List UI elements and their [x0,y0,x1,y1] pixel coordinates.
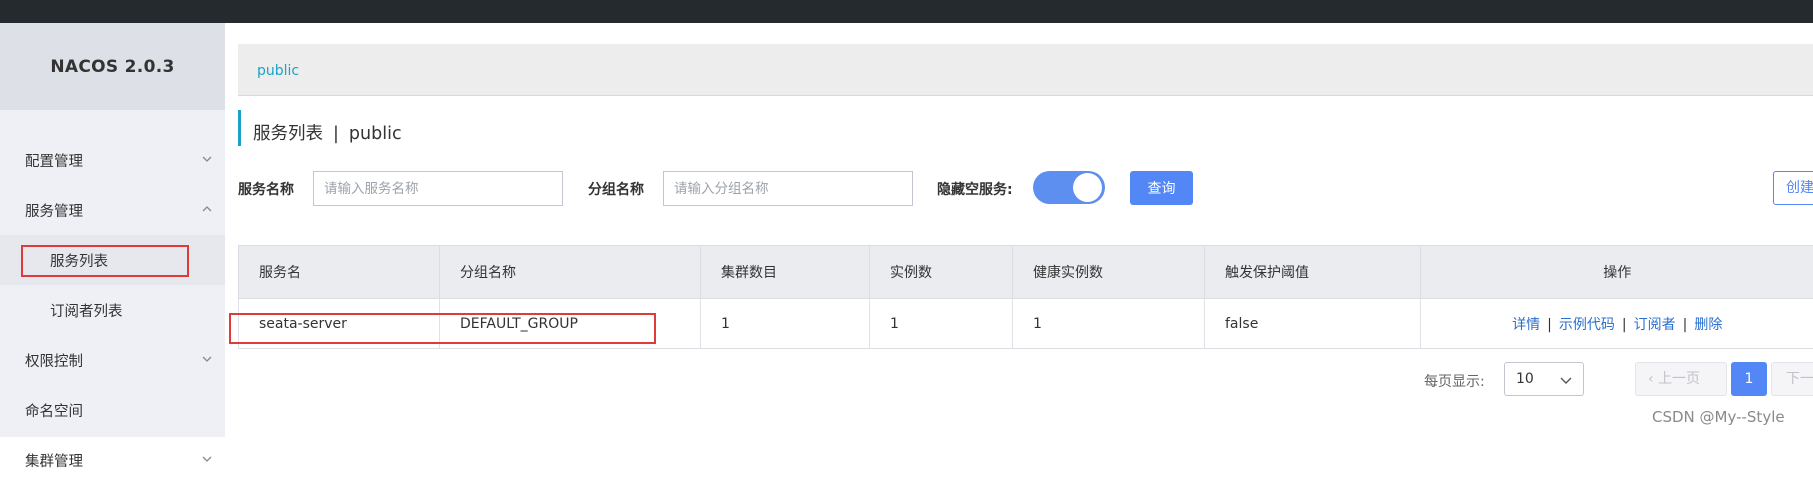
chevron-down-icon [201,353,213,365]
service-name-label: 服务名称 [238,179,294,199]
chevron-down-icon [201,453,213,465]
sidebar-item-label: 集群管理 [25,450,83,471]
sidebar-item-service-list[interactable]: 服务列表 [0,235,225,285]
service-table: 服务名 分组名称 集群数目 实例数 健康实例数 触发保护阈值 操作 seata-… [238,245,1813,349]
instance-count-cell: 1 [870,299,1013,349]
sidebar-item-label: 命名空间 [25,400,83,421]
column-header: 集群数目 [701,246,870,299]
service-name-input[interactable] [313,171,563,206]
sidebar-item-label: 服务管理 [25,200,83,221]
sidebar-item-service-management[interactable]: 服务管理 [0,185,225,235]
sidebar-item-subscriber-list[interactable]: 订阅者列表 [0,285,225,335]
namespace-link[interactable]: public [257,63,299,79]
op-separator: | [1683,317,1688,333]
hide-empty-label: 隐藏空服务: [937,179,1013,199]
page-title-namespace: public [349,124,402,144]
sidebar-item-label: 权限控制 [25,350,83,371]
next-page-label: 下一页 [1786,371,1813,387]
prev-page-button[interactable]: ‹ 上一页 [1635,362,1727,396]
logo[interactable]: NACOS 2.0.3 [0,23,225,110]
breadcrumb: public [238,44,1813,96]
group-name-label: 分组名称 [588,179,644,199]
delete-link[interactable]: 删除 [1694,317,1722,333]
watermark: CSDN @My--Style [1652,408,1785,426]
sidebar-item-namespace[interactable]: 命名空间 [0,385,225,435]
title-separator: | [333,124,339,144]
column-header: 操作 [1421,246,1813,299]
column-header: 触发保护阈值 [1205,246,1421,299]
table-row: seata-server DEFAULT_GROUP 1 1 1 false 详… [239,299,1813,349]
group-name-input[interactable] [663,171,913,206]
query-button[interactable]: 查询 [1130,171,1193,205]
page-number-current[interactable]: 1 [1731,362,1767,396]
sample-code-link[interactable]: 示例代码 [1559,317,1615,333]
chevron-left-icon: ‹ [1648,371,1654,387]
healthy-instance-cell: 1 [1013,299,1205,349]
page-size-value: 10 [1516,371,1534,387]
sidebar: NACOS 2.0.3 配置管理 服务管理 服务列表 订阅者列表 权限控制 命名… [0,23,225,437]
next-page-button[interactable]: 下一页 [1771,362,1813,396]
subscriber-link[interactable]: 订阅者 [1634,317,1676,333]
service-name-cell: seata-server [239,299,440,349]
sidebar-item-config-management[interactable]: 配置管理 [0,135,225,185]
create-service-button[interactable]: 创建服务 [1773,171,1813,205]
sidebar-item-label: 订阅者列表 [50,300,123,321]
sidebar-item-cluster-management[interactable]: 集群管理 [0,435,225,485]
cluster-count-cell: 1 [701,299,870,349]
column-header: 服务名 [239,246,440,299]
sidebar-item-label: 配置管理 [25,150,83,171]
page-title: 服务列表 | public [253,120,402,145]
threshold-cell: false [1205,299,1421,349]
page-title-text: 服务列表 [253,124,323,144]
op-separator: | [1622,317,1627,333]
op-separator: | [1547,317,1552,333]
top-bar [0,0,1813,23]
sidebar-item-label: 服务列表 [50,250,108,271]
column-header: 实例数 [870,246,1013,299]
prev-page-label: 上一页 [1658,371,1700,387]
logo-text: NACOS 2.0.3 [50,57,174,77]
sidebar-item-access-control[interactable]: 权限控制 [0,335,225,385]
chevron-up-icon [201,203,213,215]
operations-cell: 详情 | 示例代码 | 订阅者 | 删除 [1421,299,1813,349]
chevron-down-icon [201,153,213,165]
column-header: 分组名称 [440,246,701,299]
hide-empty-toggle[interactable] [1033,171,1105,204]
page-size-select[interactable]: 10 [1504,362,1584,396]
chevron-down-icon [1559,373,1573,387]
detail-link[interactable]: 详情 [1512,317,1540,333]
page-size-label: 每页显示: [1424,371,1485,391]
table-header-row: 服务名 分组名称 集群数目 实例数 健康实例数 触发保护阈值 操作 [239,246,1813,299]
column-header: 健康实例数 [1013,246,1205,299]
toggle-knob [1073,173,1102,202]
group-name-cell: DEFAULT_GROUP [440,299,701,349]
title-accent-bar [238,110,241,146]
